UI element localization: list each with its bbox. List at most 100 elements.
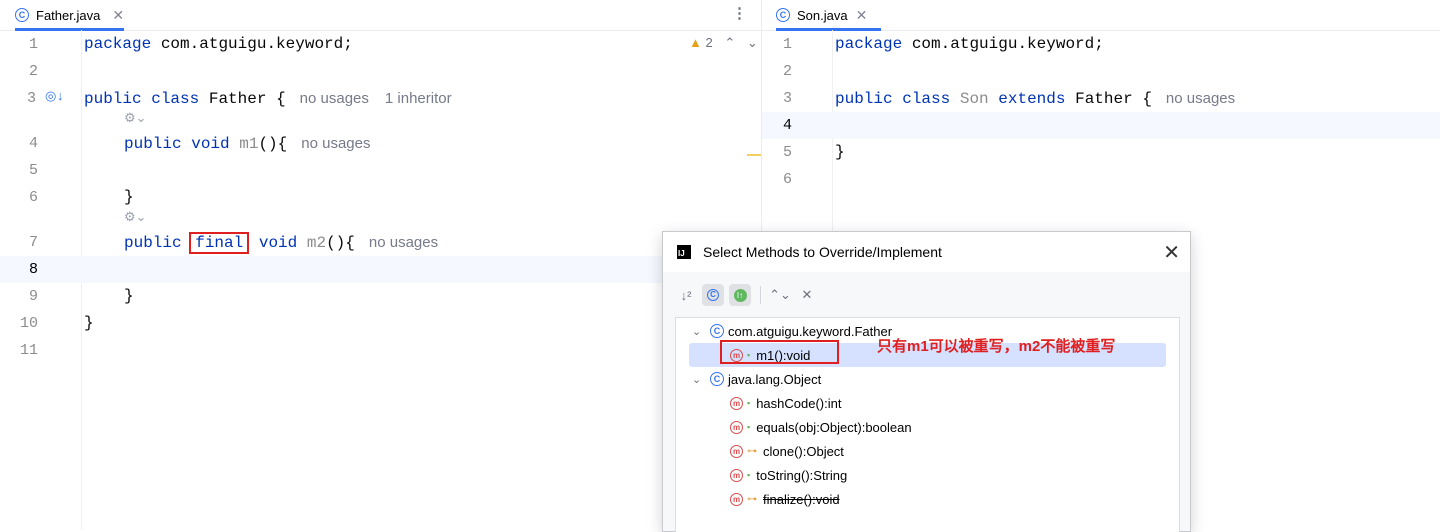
line-number: 6 [28,189,38,206]
code-text: } [835,143,845,161]
line-number: 5 [28,162,38,179]
dialog-toolbar: ↓² C I↑ ⌃⌄ ✕ [675,284,823,306]
code-line: 1 package com.atguigu.keyword; [762,31,1440,58]
public-access-icon: ▪ [747,422,751,432]
usages-hint: no usages [368,234,439,251]
method-icon: m [730,420,743,434]
class-icon: C [15,8,29,22]
tree-item-label: toString():String [756,467,848,483]
more-options-icon[interactable]: ⋮ [732,4,747,22]
code-line: 11 [0,337,761,364]
code-line: 9 } [0,283,761,310]
code-line: 2 [0,58,761,85]
show-interfaces-icon[interactable]: I↑ [729,284,751,306]
line-number: 1 [782,36,792,53]
code-line: 5 [0,157,761,184]
code-line: 2 [762,58,1440,85]
code-line: 6 } [0,184,761,211]
method-icon: m [730,396,743,410]
annotation-text: 只有m1可以被重写，m2不能被重写 [877,338,1116,355]
code-text: package com.atguigu.keyword; [84,35,353,53]
code-line: 3 public class Son extends Father {no us… [762,85,1440,112]
tree-item-label: finalize():void [763,491,840,507]
ai-assist-icon[interactable]: ⚙⌄ [124,111,147,126]
code-text: } [84,314,94,332]
code-text: public class Father {no usages 1 inherito… [84,90,452,108]
left-editor-pane: C Father.java ✕ ⋮ ▲ 2 ⌃ ⌄ 1 package com.… [0,0,761,530]
tree-item-label: clone():Object [763,443,844,459]
close-icon[interactable]: ✕ [856,7,868,24]
class-icon: C [710,324,724,338]
collapse-all-icon[interactable]: ✕ [796,284,818,306]
left-tab-bar: C Father.java ✕ ⋮ [0,0,761,31]
method-icon: m [730,492,743,506]
chevron-down-icon[interactable]: ⌄ [692,373,704,386]
tab-label: Son.java [797,7,848,23]
line-number: 6 [782,171,792,188]
protected-access-icon: ⊶ [747,493,757,505]
tree-item-label: equals(obj:Object):boolean [756,419,912,435]
tree-item-equals[interactable]: m ▪ equals(obj:Object):boolean [676,415,1179,439]
toolbar-separator [760,286,761,304]
ai-assist-icon[interactable]: ⚙⌄ [124,210,147,225]
dialog-title: Select Methods to Override/Implement [703,244,942,260]
code-line: 3 ◎↓ public class Father {no usages 1 inh… [0,85,761,112]
usages-hint: no usages [1165,90,1236,107]
usages-hint: no usages [301,135,371,152]
line-number: 8 [28,261,38,278]
class-icon: C [710,372,724,386]
final-keyword-highlight: final [189,232,250,254]
tree-item-label: hashCode():int [756,395,842,411]
code-line: 6 [762,166,1440,193]
current-code-line: 8 [0,256,761,283]
tree-group-label: java.lang.Object [728,371,822,387]
tree-group-label: com.atguigu.keyword.Father [728,323,893,339]
public-access-icon: ▪ [747,470,751,480]
protected-access-icon: ⊶ [747,445,757,457]
close-icon[interactable]: ✕ [112,7,124,24]
tree-item-tostring[interactable]: m ▪ toString():String [676,463,1179,487]
public-access-icon: ▪ [747,398,751,408]
line-number: 4 [782,117,792,134]
code-text: public class Son extends Father {no usag… [835,90,1236,108]
code-text: } [124,188,134,206]
code-text: } [124,287,134,305]
line-number: 1 [28,36,38,53]
inheritor-hint: 1 inheritor [384,90,452,107]
class-icon: C [776,8,790,22]
implemented-gutter-icon[interactable]: ◎↓ [45,89,64,104]
chevron-down-icon[interactable]: ⌄ [692,325,704,338]
line-number: 3 [26,90,36,107]
line-number: 11 [19,342,38,359]
group-by-class-icon[interactable]: C [702,284,724,306]
sort-alphabetically-icon[interactable]: ↓² [675,284,697,306]
tab-label: Father.java [36,7,101,23]
dialog-title-bar[interactable]: IJ Select Methods to Override/Implement [663,232,1190,272]
line-number: 4 [28,135,38,152]
tab-father-java[interactable]: C Father.java ✕ [15,0,125,31]
code-text: public final void m2(){no usages [124,232,439,254]
dialog-close-button[interactable]: ✕ [1163,240,1180,265]
line-number: 2 [782,63,792,80]
m1-highlight-box [720,340,839,364]
line-number: 10 [19,315,38,332]
code-line: 10 } [0,310,761,337]
line-number: 5 [782,144,792,161]
current-code-line: 4 [762,112,1440,139]
method-icon: m [730,468,743,482]
line-number: 2 [28,63,38,80]
usages-hint: no usages [299,90,369,107]
tree-item-hashcode[interactable]: m ▪ hashCode():int [676,391,1179,415]
code-line: 5 } [762,139,1440,166]
tab-son-java[interactable]: C Son.java ✕ [776,0,882,31]
override-methods-dialog: IJ Select Methods to Override/Implement … [662,231,1191,532]
line-number: 3 [782,90,792,107]
tree-group-object[interactable]: ⌄ C java.lang.Object [676,367,1179,391]
right-tab-bar: C Son.java ✕ [762,0,1440,31]
code-line: 4 public void m1(){no usages [0,130,761,157]
expand-all-icon[interactable]: ⌃⌄ [769,284,791,306]
line-number: 7 [28,234,38,251]
tree-item-finalize[interactable]: m ⊶ finalize():void [676,487,1179,511]
tree-item-clone[interactable]: m ⊶ clone():Object [676,439,1179,463]
code-text: package com.atguigu.keyword; [835,35,1104,53]
